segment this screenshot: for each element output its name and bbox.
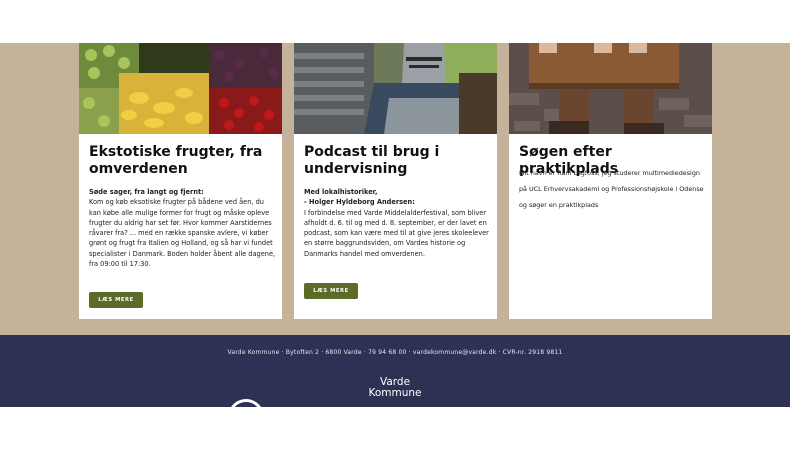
page-bottom xyxy=(0,407,800,450)
varde-kommune-logo[interactable]: Varde Kommune xyxy=(345,377,445,399)
card-subtitle: Søde sager, fra langt og fjernt: xyxy=(89,188,204,196)
card-title: Podcast til brug i undervisning xyxy=(304,144,440,177)
card-body: Søde sager, fra langt og fjernt: Kom og … xyxy=(89,187,276,269)
read-more-button[interactable]: LÆS MERE xyxy=(304,283,358,299)
card-subtitle-line1: Med lokalhistoriker, xyxy=(304,188,378,196)
card-body: Mit navn er Rani Lagfoss, jeg studerer m… xyxy=(519,165,706,213)
card-text: Kom og køb eksotiske frugter på bådene v… xyxy=(89,198,276,269)
medieval-knights-photo xyxy=(294,43,497,134)
footer-contact-info: Varde Kommune · Bytoften 2 · 6800 Varde … xyxy=(227,349,563,356)
logo-line2: Kommune xyxy=(368,387,422,399)
card-text: I forbindelse med Varde Middelalderfesti… xyxy=(304,208,489,258)
card-title: Ekstotiske frugter, fra omverdenen xyxy=(89,144,263,177)
read-more-button[interactable]: LÆS MERE xyxy=(89,292,143,308)
card-body: Med lokalhistoriker, - Holger Hyldeborg … xyxy=(304,187,491,259)
article-card-podcast: Podcast til brug i undervisning Med loka… xyxy=(294,43,497,319)
pillory-photo xyxy=(509,43,712,134)
page-edge xyxy=(790,43,800,407)
article-card-fruits: Ekstotiske frugter, fra omverdenen Søde … xyxy=(79,43,282,319)
card-text: Mit navn er Rani Lagfoss, jeg studerer m… xyxy=(519,169,704,209)
site-footer: Varde Kommune · Bytoften 2 · 6800 Varde … xyxy=(0,335,790,435)
fruit-market-photo xyxy=(79,43,282,134)
card-subtitle-line2: - Holger Hyldeborg Andersen: xyxy=(304,198,415,207)
article-card-internship: Søgen efter praktikplads Mit navn er Ran… xyxy=(509,43,712,319)
